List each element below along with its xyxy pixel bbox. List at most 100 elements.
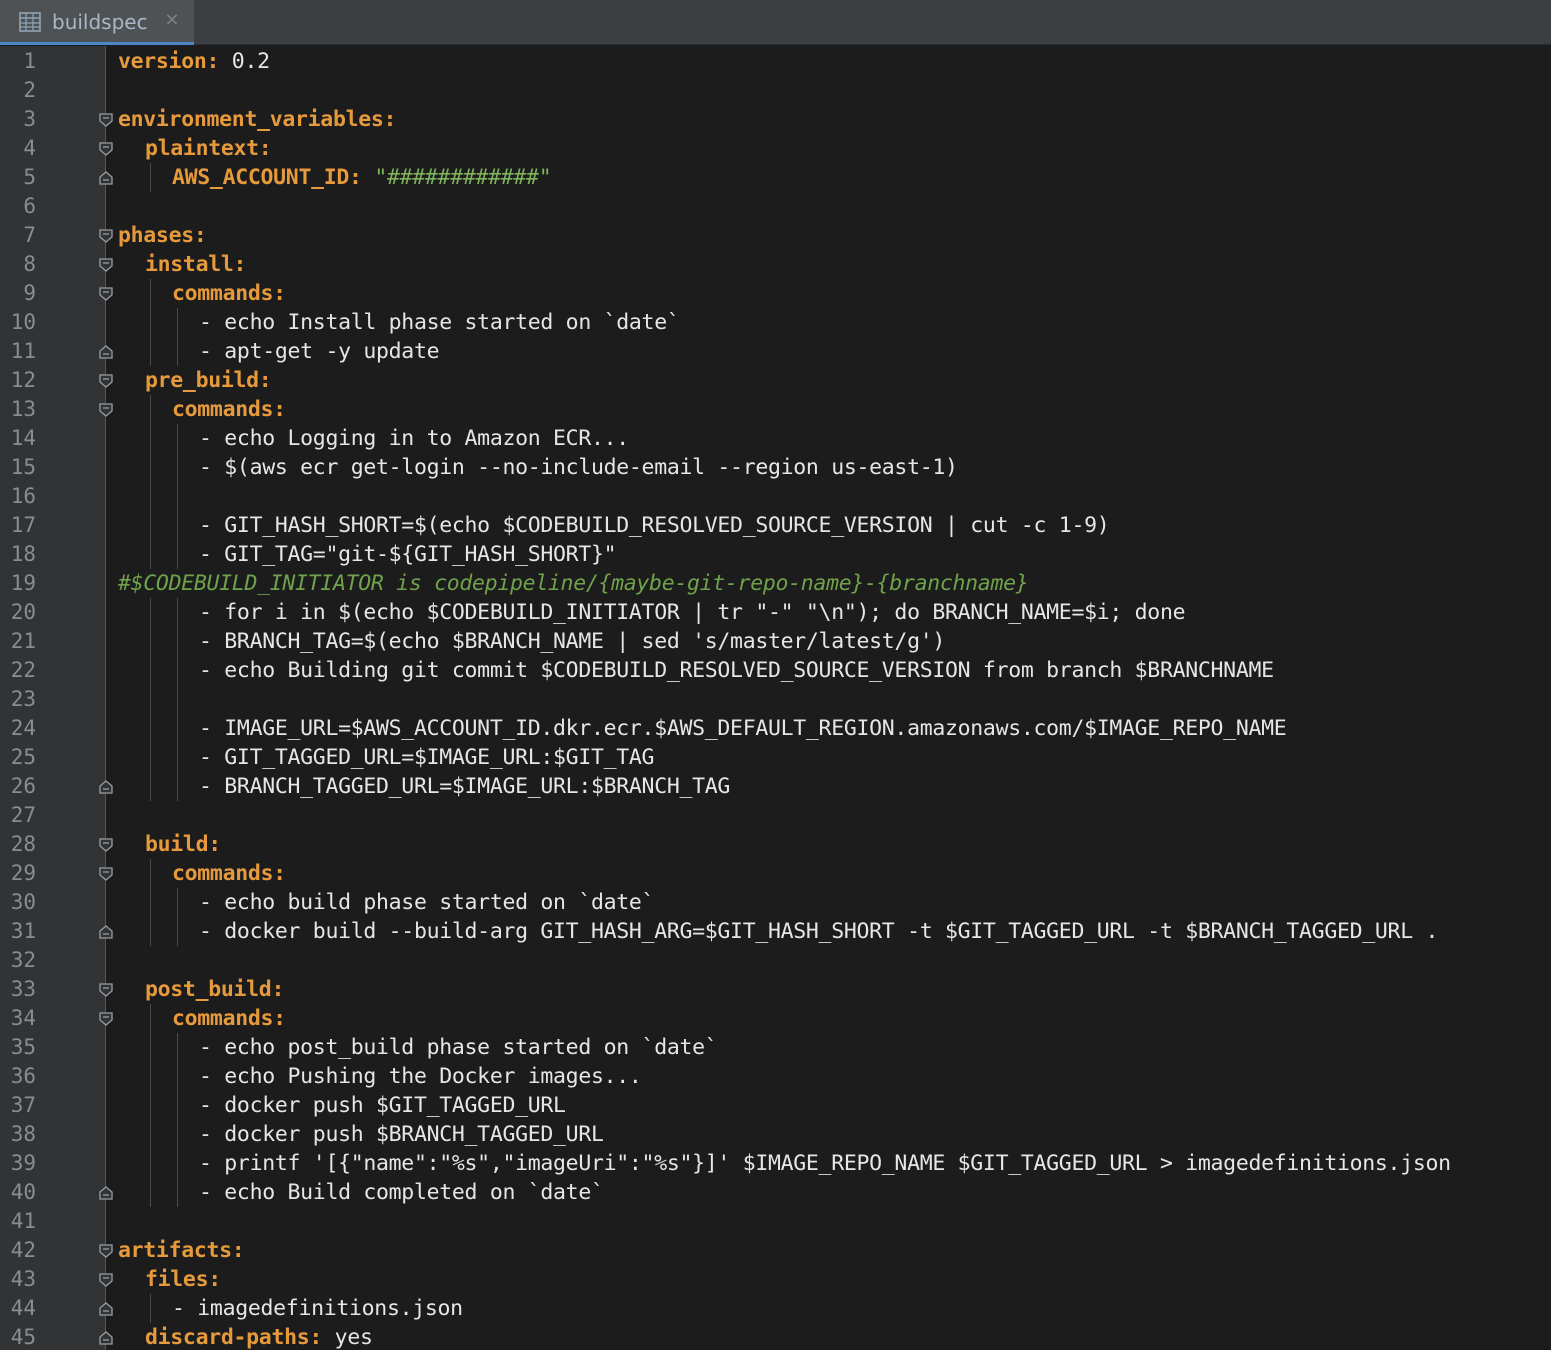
tab-buildspec[interactable]: buildspec ✕ — [0, 0, 194, 45]
code-line[interactable]: 12 pre_build: — [0, 366, 1551, 395]
line-number: 6 — [23, 194, 36, 218]
code-line[interactable]: 43 files: — [0, 1265, 1551, 1294]
code-line[interactable]: 9 commands: — [0, 279, 1551, 308]
yaml-value: - echo Build completed on `date` — [199, 1180, 604, 1205]
code-line[interactable]: 2 — [0, 76, 1551, 105]
line-number: 34 — [10, 1006, 36, 1030]
code-line[interactable]: 23 — [0, 685, 1551, 714]
line-number: 17 — [10, 513, 36, 537]
code-line[interactable]: 41 — [0, 1207, 1551, 1236]
code-line[interactable]: 14 - echo Logging in to Amazon ECR... — [0, 424, 1551, 453]
close-icon[interactable]: ✕ — [160, 8, 184, 32]
indent-guide — [150, 1033, 151, 1062]
code-line[interactable]: 37 - docker push $GIT_TAGGED_URL — [0, 1091, 1551, 1120]
code-line[interactable]: 22 - echo Building git commit $CODEBUILD_… — [0, 656, 1551, 685]
code-line[interactable]: 32 — [0, 946, 1551, 975]
fold-open-icon[interactable] — [98, 1243, 114, 1259]
line-number: 41 — [10, 1209, 36, 1233]
code-line[interactable]: 42 artifacts: — [0, 1236, 1551, 1265]
line-number: 20 — [10, 600, 36, 624]
fold-end-icon[interactable] — [98, 924, 114, 940]
code-line[interactable]: 40 - echo Build completed on `date` — [0, 1178, 1551, 1207]
line-number: 33 — [10, 977, 36, 1001]
indent-guide — [150, 685, 151, 714]
code-line[interactable]: 31 - docker build --build-arg GIT_HASH_AR… — [0, 917, 1551, 946]
code-line[interactable]: 35 - echo post_build phase started on `da… — [0, 1033, 1551, 1062]
code-text: files: — [145, 1265, 221, 1294]
fold-open-icon[interactable] — [98, 866, 114, 882]
code-line[interactable]: 18 - GIT_TAG="git-${GIT_HASH_SHORT}" — [0, 540, 1551, 569]
code-line[interactable]: 13 commands: — [0, 395, 1551, 424]
code-line[interactable]: 28 build: — [0, 830, 1551, 859]
code-line[interactable]: 26 - BRANCH_TAGGED_URL=$IMAGE_URL:$BRANCH… — [0, 772, 1551, 801]
code-line[interactable]: 3 environment_variables: — [0, 105, 1551, 134]
code-line[interactable]: 21 - BRANCH_TAG=$(echo $BRANCH_NAME | sed… — [0, 627, 1551, 656]
code-line[interactable]: 7 phases: — [0, 221, 1551, 250]
fold-end-icon[interactable] — [98, 1301, 114, 1317]
code-line[interactable]: 6 — [0, 192, 1551, 221]
line-number: 16 — [10, 484, 36, 508]
code-line[interactable]: 38 - docker push $BRANCH_TAGGED_URL — [0, 1120, 1551, 1149]
code-line[interactable]: 16 — [0, 482, 1551, 511]
fold-open-icon[interactable] — [98, 141, 114, 157]
indent-guide — [150, 714, 151, 743]
indent-guide — [150, 917, 151, 946]
fold-open-icon[interactable] — [98, 286, 114, 302]
code-line[interactable]: 17 - GIT_HASH_SHORT=$(echo $CODEBUILD_RES… — [0, 511, 1551, 540]
code-line[interactable]: 30 - echo build phase started on `date` — [0, 888, 1551, 917]
indent-guide — [150, 598, 151, 627]
code-line[interactable]: 4 plaintext: — [0, 134, 1551, 163]
code-line[interactable]: 45 discard-paths: yes — [0, 1323, 1551, 1350]
yaml-key: discard-paths: — [145, 1325, 323, 1350]
indent-guide — [177, 1062, 178, 1091]
yaml-comment: #$CODEBUILD_INITIATOR is codepipeline/{m… — [118, 571, 1029, 596]
fold-open-icon[interactable] — [98, 228, 114, 244]
fold-end-icon[interactable] — [98, 1330, 114, 1346]
fold-open-icon[interactable] — [98, 1011, 114, 1027]
code-line[interactable]: 27 — [0, 801, 1551, 830]
tab-label: buildspec — [52, 10, 148, 34]
code-line[interactable]: 1 version: 0.2 — [0, 47, 1551, 76]
fold-end-icon[interactable] — [98, 170, 114, 186]
fold-end-icon[interactable] — [98, 344, 114, 360]
yaml-value: 0.2 — [219, 49, 270, 74]
fold-open-icon[interactable] — [98, 257, 114, 273]
fold-open-icon[interactable] — [98, 837, 114, 853]
fold-end-icon[interactable] — [98, 779, 114, 795]
yaml-value: - apt-get -y update — [199, 339, 440, 364]
code-text: - docker push $GIT_TAGGED_URL — [199, 1091, 566, 1120]
code-line[interactable]: 11 - apt-get -y update — [0, 337, 1551, 366]
code-text: - GIT_TAG="git-${GIT_HASH_SHORT}" — [199, 540, 617, 569]
fold-end-icon[interactable] — [98, 1185, 114, 1201]
fold-open-icon[interactable] — [98, 373, 114, 389]
code-line[interactable]: 10 - echo Install phase started on `date` — [0, 308, 1551, 337]
code-line[interactable]: 19 #$CODEBUILD_INITIATOR is codepipeline/… — [0, 569, 1551, 598]
line-number: 22 — [10, 658, 36, 682]
code-line[interactable]: 20 - for i in $(echo $CODEBUILD_INITIATOR… — [0, 598, 1551, 627]
fold-open-icon[interactable] — [98, 402, 114, 418]
code-line[interactable]: 39 - printf '[{"name":"%s","imageUri":"%s… — [0, 1149, 1551, 1178]
fold-open-icon[interactable] — [98, 982, 114, 998]
code-line[interactable]: 44 - imagedefinitions.json — [0, 1294, 1551, 1323]
code-line[interactable]: 33 post_build: — [0, 975, 1551, 1004]
code-line[interactable]: 24 - IMAGE_URL=$AWS_ACCOUNT_ID.dkr.ecr.$A… — [0, 714, 1551, 743]
fold-open-icon[interactable] — [98, 1272, 114, 1288]
code-line[interactable]: 25 - GIT_TAGGED_URL=$IMAGE_URL:$GIT_TAG — [0, 743, 1551, 772]
code-line[interactable]: 8 install: — [0, 250, 1551, 279]
code-line[interactable]: 34 commands: — [0, 1004, 1551, 1033]
yaml-key: install: — [145, 252, 247, 277]
code-text: phases: — [118, 221, 207, 250]
code-text: environment_variables: — [118, 105, 396, 134]
line-number: 45 — [10, 1325, 36, 1349]
code-line[interactable]: 15 - $(aws ecr get-login --no-include-ema… — [0, 453, 1551, 482]
code-line[interactable]: 36 - echo Pushing the Docker images... — [0, 1062, 1551, 1091]
line-number: 39 — [10, 1151, 36, 1175]
code-text: - for i in $(echo $CODEBUILD_INITIATOR |… — [199, 598, 1186, 627]
fold-open-icon[interactable] — [98, 112, 114, 128]
code-line[interactable]: 5 AWS_ACCOUNT_ID: "############" — [0, 163, 1551, 192]
yaml-value: - $(aws ecr get-login --no-include-email… — [199, 455, 958, 480]
code-editor[interactable]: 1 version: 0.2 2 3 environment_variables: 4 pl… — [0, 46, 1551, 1350]
indent-guide — [150, 772, 151, 801]
code-text: - BRANCH_TAG=$(echo $BRANCH_NAME | sed '… — [199, 627, 945, 656]
code-line[interactable]: 29 commands: — [0, 859, 1551, 888]
